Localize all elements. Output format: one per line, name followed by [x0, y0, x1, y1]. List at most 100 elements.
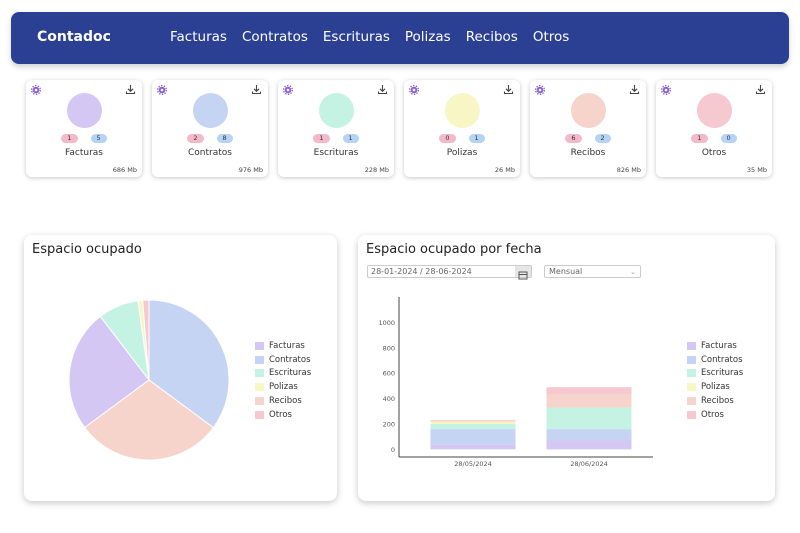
download-icon[interactable] — [251, 84, 262, 95]
category-card[interactable]: 2 8 Contratos 976 Mb — [152, 80, 268, 177]
category-avatar — [193, 93, 228, 128]
category-name: Facturas — [65, 148, 103, 158]
document-count-badge: 0 — [720, 134, 737, 143]
category-name: Escrituras — [313, 148, 359, 158]
y-tick-label: 1000 — [378, 319, 395, 327]
legend-item[interactable]: Otros — [687, 408, 743, 422]
date-panel: Espacio ocupado por fecha 28-01-2024 / 2… — [358, 235, 775, 501]
document-count-badge: 1 — [342, 134, 359, 143]
bar-legend: Facturas Contratos Escrituras Polizas Recibo… — [687, 339, 743, 422]
legend-item[interactable]: Recibos — [255, 394, 311, 408]
nav-link-polizas[interactable]: Polizas — [405, 29, 451, 45]
legend-label: Contratos — [269, 354, 311, 365]
legend-label: Polizas — [701, 382, 730, 393]
y-tick-label: 0 — [391, 446, 395, 454]
legend-label: Facturas — [701, 340, 737, 351]
top-navbar: Contadoc Facturas Contratos Escrituras P… — [11, 12, 789, 64]
legend-item[interactable]: Polizas — [255, 380, 311, 394]
bar-segment-recibos[interactable] — [546, 393, 632, 408]
bar-segment-escrituras[interactable] — [430, 423, 516, 430]
pending-count-badge: 2 — [187, 134, 204, 143]
legend-item[interactable]: Escrituras — [255, 367, 311, 381]
category-card[interactable]: 1 0 Otros 35 Mb — [656, 80, 772, 177]
category-card[interactable]: 0 1 Polizas 26 Mb — [404, 80, 520, 177]
document-count-badge: 8 — [216, 134, 233, 143]
legend-label: Otros — [701, 409, 724, 420]
legend-item[interactable]: Facturas — [687, 339, 743, 353]
pending-count-badge: 1 — [61, 134, 78, 143]
category-size: 228 Mb — [364, 166, 389, 174]
y-tick-label: 200 — [383, 420, 395, 428]
bar-segment-otros[interactable] — [430, 420, 516, 422]
download-icon[interactable] — [377, 84, 388, 95]
category-avatar — [67, 93, 102, 128]
y-tick-label: 600 — [383, 370, 395, 378]
bar-segment-facturas[interactable] — [430, 444, 516, 450]
legend-item[interactable]: Contratos — [255, 353, 311, 367]
legend-swatch — [255, 410, 264, 419]
x-tick-label: 28/06/2024 — [570, 460, 607, 468]
legend-swatch — [687, 410, 696, 419]
legend-swatch — [255, 369, 264, 378]
space-panel: Espacio ocupado Facturas Contratos Escritu… — [24, 235, 337, 501]
nav-link-recibos[interactable]: Recibos — [466, 29, 518, 45]
pending-count-badge: 6 — [565, 134, 582, 143]
legend-swatch — [687, 341, 696, 350]
y-tick-label: 800 — [383, 344, 395, 352]
bar-segment-otros[interactable] — [546, 387, 632, 394]
category-name: Polizas — [446, 148, 478, 158]
brand-logo[interactable]: Contadoc — [37, 29, 111, 45]
pie-legend: Facturas Contratos Escrituras Polizas Recibo… — [255, 339, 311, 422]
nav-link-escrituras[interactable]: Escrituras — [323, 29, 390, 45]
download-icon[interactable] — [629, 84, 640, 95]
pending-count-badge: 1 — [313, 134, 330, 143]
nav-links: Facturas Contratos Escrituras Polizas Re… — [170, 29, 569, 45]
nav-link-facturas[interactable]: Facturas — [170, 29, 227, 45]
legend-label: Recibos — [269, 396, 302, 407]
download-icon[interactable] — [503, 84, 514, 95]
gear-icon[interactable] — [409, 85, 419, 95]
download-icon[interactable] — [125, 84, 136, 95]
legend-item[interactable]: Contratos — [687, 353, 743, 367]
category-size: 26 Mb — [494, 166, 515, 174]
legend-item[interactable]: Polizas — [687, 380, 743, 394]
document-count-badge: 2 — [594, 134, 611, 143]
download-icon[interactable] — [755, 84, 766, 95]
legend-swatch — [687, 397, 696, 406]
gear-icon[interactable] — [31, 85, 41, 95]
legend-label: Recibos — [701, 396, 734, 407]
legend-item[interactable]: Recibos — [687, 394, 743, 408]
legend-item[interactable]: Otros — [255, 408, 311, 422]
category-card[interactable]: 6 2 Recibos 826 Mb — [530, 80, 646, 177]
bar-segment-escrituras[interactable] — [546, 407, 632, 430]
nav-link-otros[interactable]: Otros — [533, 29, 569, 45]
y-tick-label: 400 — [383, 395, 395, 403]
x-tick-label: 28/05/2024 — [454, 460, 491, 468]
category-card[interactable]: 1 1 Escrituras 228 Mb — [278, 80, 394, 177]
document-count-badge: 5 — [90, 134, 107, 143]
gear-icon[interactable] — [661, 85, 671, 95]
legend-swatch — [687, 369, 696, 378]
category-avatar — [445, 93, 480, 128]
legend-swatch — [255, 383, 264, 392]
category-name: Contratos — [188, 148, 232, 158]
bar-segment-contratos[interactable] — [430, 429, 516, 445]
legend-swatch — [255, 355, 264, 364]
category-size: 976 Mb — [238, 166, 263, 174]
pending-count-badge: 1 — [691, 134, 708, 143]
bar-segment-facturas[interactable] — [546, 440, 632, 450]
legend-item[interactable]: Facturas — [255, 339, 311, 353]
category-size: 35 Mb — [746, 166, 767, 174]
bar-segment-polizas[interactable] — [430, 421, 516, 424]
category-card[interactable]: 1 5 Facturas 686 Mb — [26, 80, 142, 177]
gear-icon[interactable] — [535, 85, 545, 95]
legend-item[interactable]: Escrituras — [687, 367, 743, 381]
nav-link-contratos[interactable]: Contratos — [242, 29, 308, 45]
gear-icon[interactable] — [283, 85, 293, 95]
category-name: Otros — [701, 148, 727, 158]
gear-icon[interactable] — [157, 85, 167, 95]
category-size: 686 Mb — [112, 166, 137, 174]
bar-segment-contratos[interactable] — [546, 429, 632, 441]
legend-label: Otros — [269, 409, 292, 420]
legend-swatch — [687, 355, 696, 364]
